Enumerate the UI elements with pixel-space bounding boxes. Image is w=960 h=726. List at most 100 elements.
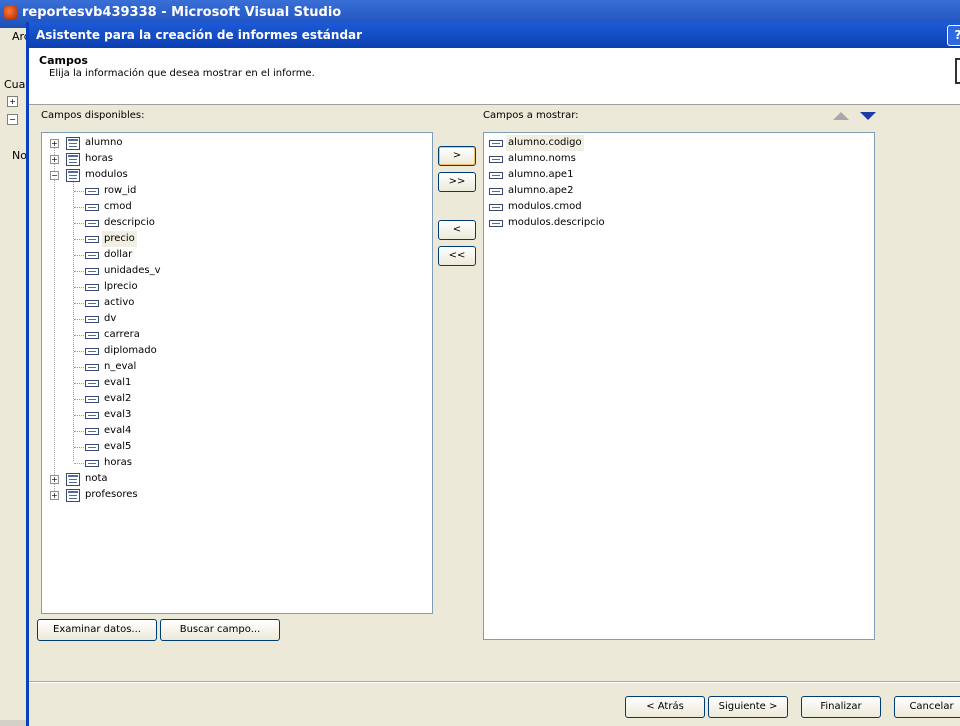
field-icon [85,268,99,275]
tree-field[interactable]: dollar [42,247,430,263]
vs-app-icon [4,6,17,19]
field-icon [85,380,99,387]
display-field[interactable]: modulos.descripcio [484,215,872,231]
field-icon [489,204,503,211]
tree-table-nota[interactable]: + nota [42,471,430,487]
tree-field-label: row_id [104,185,137,196]
tree-field-label: eval2 [104,393,132,404]
tree-field[interactable]: lprecio [42,279,430,295]
add-field-button[interactable]: > [438,146,476,166]
tree-field[interactable]: row_id [42,183,430,199]
cancel-button[interactable]: Cancelar [894,696,960,718]
tree-node-label: nota [85,473,108,484]
back-button[interactable]: < Atrás [625,696,705,718]
tree-field-label: descripcio [104,217,155,228]
tree-field-selected[interactable]: precio [42,231,430,247]
display-field[interactable]: modulos.cmod [484,199,872,215]
tree-field-label: eval3 [104,409,132,420]
display-field[interactable]: alumno.noms [484,151,872,167]
field-icon [85,444,99,451]
tree-field[interactable]: descripcio [42,215,430,231]
display-fields-list[interactable]: alumno.codigo alumno.noms alumno.ape1 al… [483,132,875,640]
expand-icon[interactable]: + [7,96,18,107]
move-down-icon[interactable] [860,112,876,120]
remove-field-button[interactable]: < [438,220,476,240]
tree-field[interactable]: activo [42,295,430,311]
field-icon [85,412,99,419]
dialog-title: Asistente para la creación de informes e… [36,28,363,42]
field-icon [489,156,503,163]
tree-field[interactable]: unidades_v [42,263,430,279]
tree-field[interactable]: diplomado [42,343,430,359]
tree-field[interactable]: eval1 [42,375,430,391]
tree-field[interactable]: cmod [42,199,430,215]
display-field[interactable]: alumno.ape1 [484,167,872,183]
field-icon [85,188,99,195]
tree-field[interactable]: eval2 [42,391,430,407]
field-icon [85,396,99,403]
next-button[interactable]: Siguiente > [708,696,788,718]
help-button[interactable]: ? [947,25,960,46]
field-icon [85,460,99,467]
tree-table-alumno[interactable]: + alumno [42,135,430,151]
tree-field[interactable]: eval3 [42,407,430,423]
footer-divider [29,681,960,682]
field-icon [85,204,99,211]
add-all-fields-button[interactable]: >> [438,172,476,192]
display-field[interactable]: alumno.ape2 [484,183,872,199]
field-icon [489,172,503,179]
tree-field[interactable]: n_eval [42,359,430,375]
vs-window-title: reportesvb439338 - Microsoft Visual Stud… [22,5,342,20]
tree-field-label: cmod [104,201,132,212]
tree-field[interactable]: carrera [42,327,430,343]
find-field-button[interactable]: Buscar campo... [160,619,280,641]
tree-field-label: activo [104,297,135,308]
tree-field-label: diplomado [104,345,157,356]
tree-field[interactable]: horas [42,455,430,471]
expand-icon[interactable]: + [50,475,59,484]
tree-table-profesores[interactable]: + profesores [42,487,430,503]
field-icon [85,316,99,323]
wizard-header-icon [955,58,960,84]
vs-side-label-no: No [12,149,27,162]
tree-field-label: eval1 [104,377,132,388]
header-subtitle: Elija la información que desea mostrar e… [49,68,315,79]
expand-icon[interactable]: + [50,139,59,148]
tree-field-label: dv [104,313,117,324]
available-fields-tree[interactable]: + alumno + horas − modulos row_id cmod d… [41,132,433,614]
display-field-selected[interactable]: alumno.codigo [484,135,872,151]
display-field-label: modulos.descripcio [508,217,605,228]
tree-node-label: profesores [85,489,138,500]
table-icon [66,489,80,502]
tree-field-label: eval4 [104,425,132,436]
move-up-icon[interactable] [833,112,849,120]
remove-all-fields-button[interactable]: << [438,246,476,266]
field-icon [489,220,503,227]
field-icon [85,220,99,227]
table-icon [66,137,80,150]
tree-field-label: unidades_v [104,265,161,276]
tree-field[interactable]: eval5 [42,439,430,455]
display-fields-label: Campos a mostrar: [483,110,579,121]
tree-field-label: dollar [104,249,133,260]
expand-icon[interactable]: + [50,491,59,500]
finish-button[interactable]: Finalizar [801,696,881,718]
collapse-icon[interactable]: − [7,114,18,125]
dialog-title-bar: Asistente para la creación de informes e… [29,22,960,48]
tree-field[interactable]: dv [42,311,430,327]
tree-field-label: lprecio [104,281,138,292]
expand-icon[interactable]: + [50,155,59,164]
tree-table-horas[interactable]: + horas [42,151,430,167]
field-icon [85,364,99,371]
browse-data-button[interactable]: Examinar datos... [37,619,157,641]
vs-side-panel: Arc Cuad + − No [0,28,32,720]
table-icon [66,153,80,166]
tree-table-modulos[interactable]: − modulos [42,167,430,183]
display-field-label: alumno.codigo [506,135,584,151]
tree-field[interactable]: eval4 [42,423,430,439]
field-icon [85,252,99,259]
collapse-icon[interactable]: − [50,171,59,180]
field-icon [85,284,99,291]
table-icon [66,169,80,182]
field-icon [85,348,99,355]
